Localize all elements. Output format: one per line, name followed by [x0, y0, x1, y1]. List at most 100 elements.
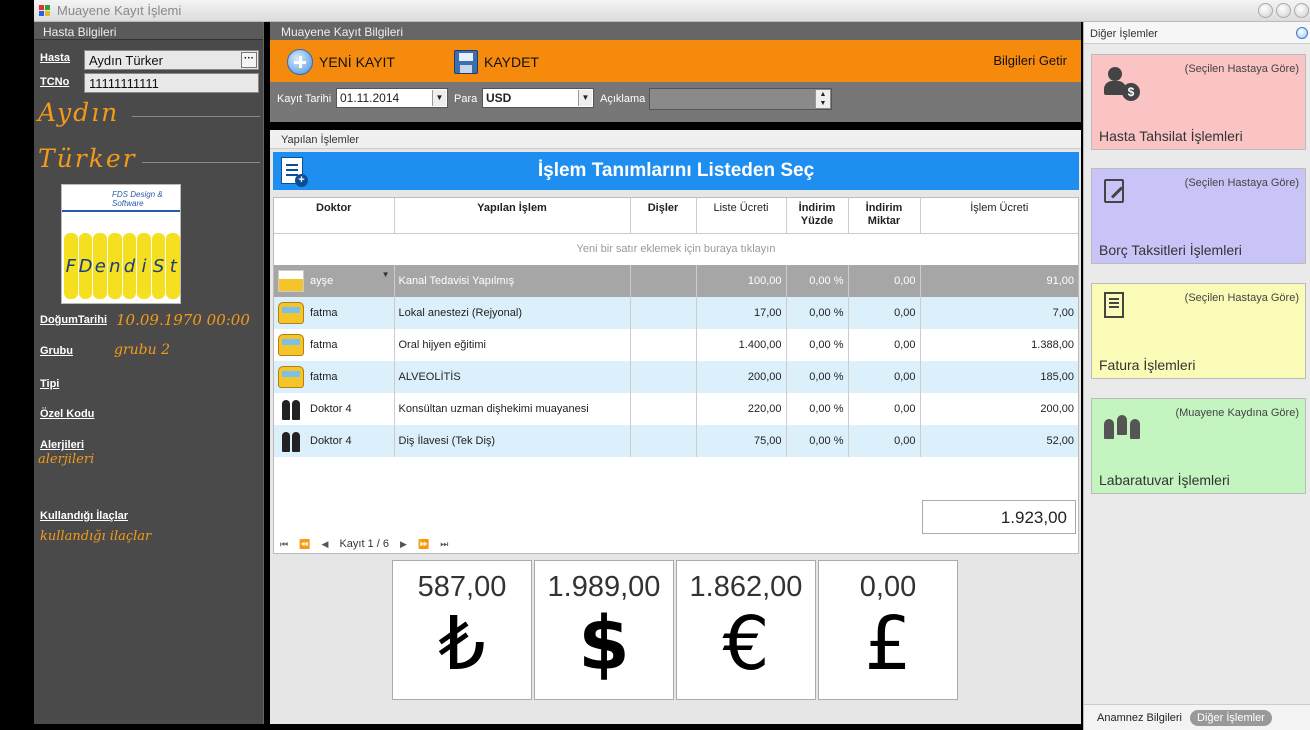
fee-cell[interactable]: 7,00	[920, 297, 1078, 329]
patient-lookup-button[interactable]: ···	[241, 52, 257, 68]
column-list-price[interactable]: Liste Ücreti	[696, 198, 787, 234]
procedure-cell[interactable]: Konsültan uzman dişhekimi muayanesi	[394, 393, 631, 425]
chevron-down-icon[interactable]: ▼	[382, 270, 390, 279]
tcno-field[interactable]: 11111111111	[84, 73, 259, 93]
list-price-cell[interactable]: 100,00	[696, 265, 787, 297]
table-row[interactable]: fatma Lokal anestezi (Rejyonal) 17,00 0,00 …	[274, 297, 1078, 329]
discount-percent-cell[interactable]: 0,00 %	[786, 329, 849, 361]
discount-percent-cell[interactable]: 0,00 %	[786, 265, 849, 297]
table-row[interactable]: fatma ALVEOLİTİS 200,00 0,00 % 0,00 185,00	[274, 361, 1078, 393]
currency-total-usd: 1.989,00 $	[534, 560, 674, 700]
tab-anamnez[interactable]: Anamnez Bilgileri	[1090, 710, 1189, 726]
list-price-cell[interactable]: 200,00	[696, 361, 787, 393]
patient-payments-tile[interactable]: $ (Seçilen Hastaya Göre) Hasta Tahsilat …	[1091, 54, 1306, 150]
fee-cell[interactable]: 52,00	[920, 425, 1078, 457]
doctor-cell[interactable]: Doktor 4	[274, 393, 395, 425]
discount-percent-cell[interactable]: 0,00 %	[786, 297, 849, 329]
teeth-cell[interactable]	[630, 361, 697, 393]
chevron-down-icon[interactable]: ▼	[432, 90, 446, 106]
fee-cell[interactable]: 185,00	[920, 361, 1078, 393]
next-page-button[interactable]: ⏩	[418, 539, 429, 549]
column-teeth[interactable]: Dişler	[630, 198, 697, 234]
fetch-info-button[interactable]: Bilgileri Getir	[993, 53, 1067, 68]
next-record-button[interactable]: ▶	[400, 539, 407, 549]
list-price-cell[interactable]: 75,00	[696, 425, 787, 457]
doctor-cell[interactable]: fatma	[274, 361, 395, 393]
table-row[interactable]: ayşe ▼ Kanal Tedavisi Yapılmış 100,00 0,00 %…	[274, 265, 1078, 297]
table-row[interactable]: fatma Oral hijyen eğitimi 1.400,00 0,00 % 0,…	[274, 329, 1078, 361]
spin-arrows-icon[interactable]: ▲ ▼	[815, 90, 830, 108]
list-price-cell[interactable]: 220,00	[696, 393, 787, 425]
operations-header: Yapılan İşlemler	[270, 130, 1081, 149]
doctor-name: ayşe	[310, 274, 334, 287]
teeth-cell[interactable]	[630, 265, 697, 297]
new-row-hint[interactable]: Yeni bir satır eklemek için buraya tıkla…	[274, 233, 1078, 265]
tab-other-operations[interactable]: Diğer İşlemler	[1190, 710, 1272, 726]
discount-amount-cell[interactable]: 0,00	[848, 297, 921, 329]
fee-cell[interactable]: 1.388,00	[920, 329, 1078, 361]
doctor-cell[interactable]: Doktor 4	[274, 425, 395, 457]
group-value: grubu 2	[114, 342, 171, 358]
debt-installments-tile[interactable]: (Seçilen Hastaya Göre) Borç Taksitleri İ…	[1091, 168, 1306, 264]
chevron-down-icon[interactable]: ▼	[578, 90, 592, 106]
pound-icon: £	[864, 601, 912, 687]
currency-select[interactable]: USD ▼	[482, 88, 594, 108]
doctor-name: fatma	[310, 370, 338, 383]
column-discount-amount[interactable]: İndirim Miktar	[848, 198, 921, 234]
tile-title: Labaratuvar İşlemleri	[1099, 472, 1230, 488]
fee-cell[interactable]: 200,00	[920, 393, 1078, 425]
prev-record-button[interactable]: ◀	[321, 539, 328, 549]
procedure-cell[interactable]: ALVEOLİTİS	[394, 361, 631, 393]
record-date-picker[interactable]: 01.11.2014 ▼	[336, 88, 448, 108]
teeth-cell[interactable]	[630, 425, 697, 457]
list-price-cell[interactable]: 1.400,00	[696, 329, 787, 361]
close-button[interactable]	[1294, 3, 1309, 18]
discount-amount-cell[interactable]: 0,00	[848, 361, 921, 393]
maximize-button[interactable]	[1276, 3, 1291, 18]
procedure-cell[interactable]: Kanal Tedavisi Yapılmış	[394, 265, 631, 297]
doctor-cell[interactable]: ayşe ▼	[274, 265, 395, 297]
patient-field[interactable]: Aydın Türker ···	[84, 50, 259, 70]
invoice-tile[interactable]: (Seçilen Hastaya Göre) Fatura İşlemleri	[1091, 283, 1306, 379]
pin-icon[interactable]	[1296, 27, 1308, 39]
table-row[interactable]: Doktor 4 Konsültan uzman dişhekimi muayan…	[274, 393, 1078, 425]
save-button[interactable]: KAYDET	[454, 48, 539, 76]
column-fee[interactable]: İşlem Ücreti	[920, 198, 1078, 234]
pick-procedures-button[interactable]: + İşlem Tanımlarını Listeden Seç	[273, 152, 1079, 190]
record-counter: Kayıt 1 / 6	[339, 538, 389, 550]
bus-icon	[278, 366, 304, 388]
fee-cell[interactable]: 91,00	[920, 265, 1078, 297]
prev-page-button[interactable]: ⏪	[299, 539, 310, 549]
procedure-cell[interactable]: Oral hijyen eğitimi	[394, 329, 631, 361]
discount-amount-cell[interactable]: 0,00	[848, 393, 921, 425]
teeth-cell[interactable]	[630, 297, 697, 329]
laboratory-tile[interactable]: (Muayene Kaydına Göre) Labaratuvar İşlem…	[1091, 398, 1306, 494]
currency-amount: 0,00	[859, 571, 917, 603]
patient-photo: FDS Design & Software FD en di St	[61, 184, 181, 304]
discount-percent-cell[interactable]: 0,00 %	[786, 393, 849, 425]
list-price-cell[interactable]: 17,00	[696, 297, 787, 329]
teeth-cell[interactable]	[630, 393, 697, 425]
doctor-cell[interactable]: fatma	[274, 329, 395, 361]
minimize-button[interactable]	[1258, 3, 1273, 18]
new-record-button[interactable]: YENİ KAYIT	[287, 48, 395, 76]
teeth-cell[interactable]	[630, 329, 697, 361]
discount-percent-cell[interactable]: 0,00 %	[786, 425, 849, 457]
doctor-cell[interactable]: fatma	[274, 297, 395, 329]
procedure-cell[interactable]: Lokal anestezi (Rejyonal)	[394, 297, 631, 329]
first-page-button[interactable]: ⏮	[280, 539, 288, 549]
discount-amount-cell[interactable]: 0,00	[848, 329, 921, 361]
discount-amount-cell[interactable]: 0,00	[848, 265, 921, 297]
note-input[interactable]: ▲ ▼	[649, 88, 832, 110]
discount-amount-cell[interactable]: 0,00	[848, 425, 921, 457]
patient-label: Hasta	[40, 52, 70, 64]
procedure-cell[interactable]: Diş İlavesi (Tek Diş)	[394, 425, 631, 457]
discount-percent-cell[interactable]: 0,00 %	[786, 361, 849, 393]
column-doctor[interactable]: Doktor	[274, 198, 395, 234]
table-row[interactable]: Doktor 4 Diş İlavesi (Tek Diş) 75,00 0,00 %…	[274, 425, 1078, 457]
grid-pager: ⏮ ⏪ ◀ Kayıt 1 / 6 ▶ ⏩ ⏭	[273, 536, 1079, 554]
last-page-button[interactable]: ⏭	[440, 539, 448, 549]
column-discount-percent[interactable]: İndirim Yüzde	[786, 198, 849, 234]
column-procedure[interactable]: Yapılan İşlem	[394, 198, 631, 234]
new-record-label: YENİ KAYIT	[319, 54, 395, 70]
